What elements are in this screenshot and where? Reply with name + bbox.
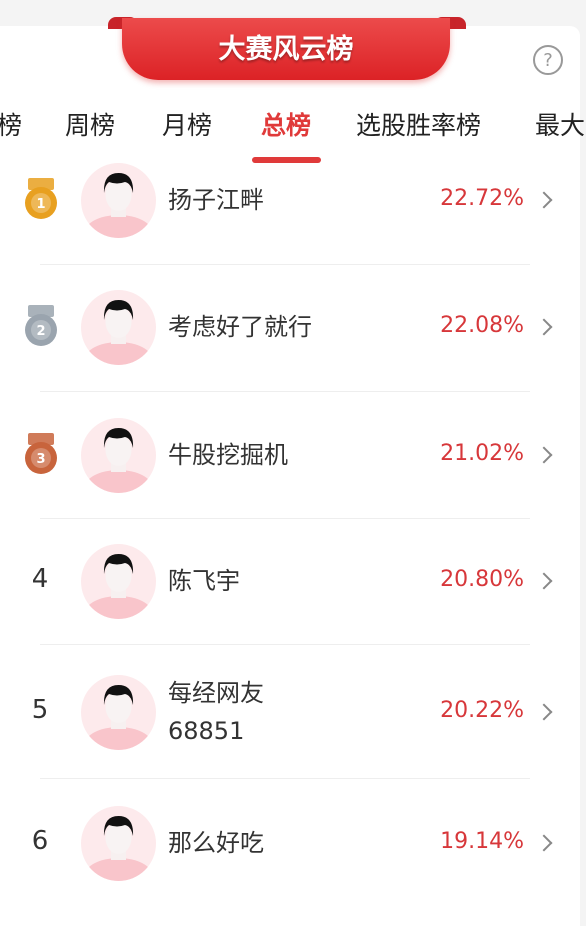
bronze-medal-icon: 3 [23,433,59,475]
tab-monthly[interactable]: 月榜 [162,106,212,142]
avatar[interactable] [81,163,156,238]
divider [40,263,530,265]
tab-partial[interactable]: 榜 [0,106,22,142]
return-percentage: 19.14% [440,829,524,854]
avatar[interactable] [81,544,156,619]
user-name: 考虑好了就行 [168,313,312,341]
return-percentage: 20.22% [440,698,524,723]
tab-win-rate[interactable]: 选股胜率榜 [356,106,481,142]
avatar[interactable] [81,675,156,750]
avatar[interactable] [81,418,156,493]
user-name: 每经网友 68851 [168,679,264,745]
page-title: 大赛风云榜 [122,18,450,80]
tab-bar: 榜 周榜 月榜 总榜 选股胜率榜 最大 [0,106,586,146]
rank-number: 5 [31,695,49,725]
divider [40,777,530,779]
active-tab-indicator [252,157,321,163]
tab-max[interactable]: 最大 [535,106,585,142]
user-name: 那么好吃 [168,829,264,857]
avatar[interactable] [81,806,156,881]
rank-number: 6 [31,826,49,856]
tab-total[interactable]: 总榜 [261,106,311,142]
tab-weekly[interactable]: 周榜 [65,106,115,142]
return-percentage: 22.08% [440,313,524,338]
divider [40,391,530,392]
divider [40,643,530,645]
return-percentage: 20.80% [440,567,524,592]
user-name: 陈飞宇 [168,567,240,595]
svg-text:1: 1 [36,197,45,212]
user-name: 扬子江畔 [168,186,264,214]
return-percentage: 21.02% [440,441,524,466]
silver-medal-icon: 2 [23,305,59,347]
rank-number: 4 [31,564,49,594]
divider [40,518,530,519]
svg-text:3: 3 [36,452,45,467]
question-circle-icon[interactable]: ? [533,45,563,75]
gold-medal-icon: 1 [23,178,59,220]
avatar[interactable] [81,290,156,365]
svg-text:2: 2 [36,324,45,339]
return-percentage: 22.72% [440,186,524,211]
user-name: 牛股挖掘机 [168,441,288,469]
